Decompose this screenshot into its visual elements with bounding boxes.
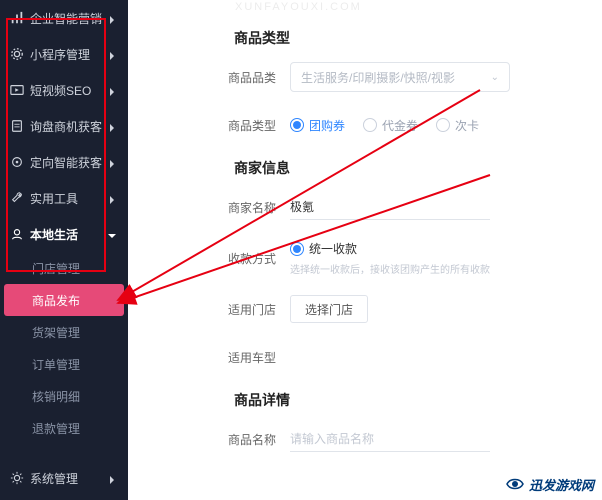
row-store: 适用门店 选择门店 (170, 294, 602, 324)
sidebar-item-marketing[interactable]: 企业智能营销 (0, 0, 128, 36)
label-product-type: 商品类型 (170, 117, 290, 134)
product-name-input[interactable] (290, 426, 490, 452)
label-store: 适用门店 (170, 301, 290, 318)
label-category: 商品品类 (170, 69, 290, 86)
sidebar-label: 系统管理 (30, 470, 108, 487)
row-payment: 收款方式 统一收款 选择统一收款后，接收该团购产生的所有收款 (170, 240, 602, 276)
sidebar-label: 短视频SEO (30, 82, 108, 99)
chevron-right-icon (108, 121, 118, 131)
submenu-product-publish[interactable]: 商品发布 (4, 284, 124, 316)
payment-hint: 选择统一收款后，接收该团购产生的所有收款 (290, 261, 490, 276)
chevron-right-icon (108, 157, 118, 167)
row-product-type: 商品类型 团购券 代金券 次卡 (170, 110, 602, 140)
sidebar-item-locallife[interactable]: 本地生活 (0, 216, 128, 252)
label-vehicle: 适用车型 (170, 349, 290, 366)
sidebar-item-inquiry[interactable]: 询盘商机获客 (0, 108, 128, 144)
chevron-down-icon: ⌄ (491, 72, 499, 83)
chevron-right-icon (108, 193, 118, 203)
submenu-shelf-manage[interactable]: 货架管理 (0, 316, 128, 348)
radio-label-unified: 统一收款 (309, 240, 357, 257)
sidebar-label: 企业智能营销 (30, 10, 108, 27)
label-product-name: 商品名称 (170, 431, 290, 448)
category-select[interactable]: 生活服务/印刷摄影/快照/视影 ⌄ (290, 62, 510, 92)
radio-voucher[interactable] (363, 118, 377, 132)
sidebar-item-shortvideo[interactable]: 短视频SEO (0, 72, 128, 108)
submenu-store-manage[interactable]: 门店管理 (0, 252, 128, 284)
submenu-verify-detail[interactable]: 核销明细 (0, 380, 128, 412)
radio-label-groupbuy: 团购券 (309, 117, 345, 134)
sidebar-item-system[interactable]: 系统管理 (0, 460, 128, 496)
sidebar-label: 询盘商机获客 (30, 118, 108, 135)
sidebar-label: 小程序管理 (30, 46, 108, 63)
wrench-icon (10, 191, 24, 205)
chevron-down-icon (108, 229, 118, 239)
bars-icon (10, 11, 24, 25)
row-merchant-name: 商家名称 (170, 192, 602, 222)
gear-icon (10, 47, 24, 61)
life-icon (10, 227, 24, 241)
sidebar-label: 定向智能获客 (30, 154, 108, 171)
gear-icon (10, 471, 24, 485)
sidebar-label: 本地生活 (30, 226, 108, 243)
label-payment: 收款方式 (170, 250, 290, 267)
sidebar-submenu: 门店管理 商品发布 货架管理 订单管理 核销明细 退款管理 (0, 252, 128, 444)
sidebar-item-targeted[interactable]: 定向智能获客 (0, 144, 128, 180)
submenu-refund-manage[interactable]: 退款管理 (0, 412, 128, 444)
category-placeholder: 生活服务/印刷摄影/快照/视影 (301, 69, 455, 86)
row-product-name: 商品名称 (170, 424, 602, 454)
sidebar-label: 实用工具 (30, 190, 108, 207)
select-store-button[interactable]: 选择门店 (290, 295, 368, 323)
sidebar-item-miniprogram[interactable]: 小程序管理 (0, 36, 128, 72)
section-title-detail: 商品详情 (234, 390, 602, 410)
chevron-right-icon (108, 13, 118, 23)
label-merchant-name: 商家名称 (170, 199, 290, 216)
merchant-name-input[interactable] (290, 194, 490, 220)
radio-label-voucher: 代金券 (382, 117, 418, 134)
sidebar: 企业智能营销 小程序管理 短视频SEO 询盘商机获客 定向智能获客 实用工具 本… (0, 0, 128, 500)
section-title-merchant: 商家信息 (234, 158, 602, 178)
row-vehicle: 适用车型 (170, 342, 602, 372)
radio-label-card: 次卡 (455, 117, 479, 134)
target-icon (10, 155, 24, 169)
play-icon (10, 83, 24, 97)
chevron-right-icon (108, 85, 118, 95)
chevron-right-icon (108, 473, 118, 483)
main-content: 商品类型 商品品类 生活服务/印刷摄影/快照/视影 ⌄ 商品类型 团购券 代金券… (170, 0, 602, 500)
radio-card[interactable] (436, 118, 450, 132)
radio-groupbuy[interactable] (290, 118, 304, 132)
sidebar-item-tools[interactable]: 实用工具 (0, 180, 128, 216)
radio-unified-payment[interactable] (290, 242, 304, 256)
row-category: 商品品类 生活服务/印刷摄影/快照/视影 ⌄ (170, 62, 602, 92)
submenu-order-manage[interactable]: 订单管理 (0, 348, 128, 380)
chevron-right-icon (108, 49, 118, 59)
section-title-product-type: 商品类型 (234, 28, 602, 48)
doc-icon (10, 119, 24, 133)
